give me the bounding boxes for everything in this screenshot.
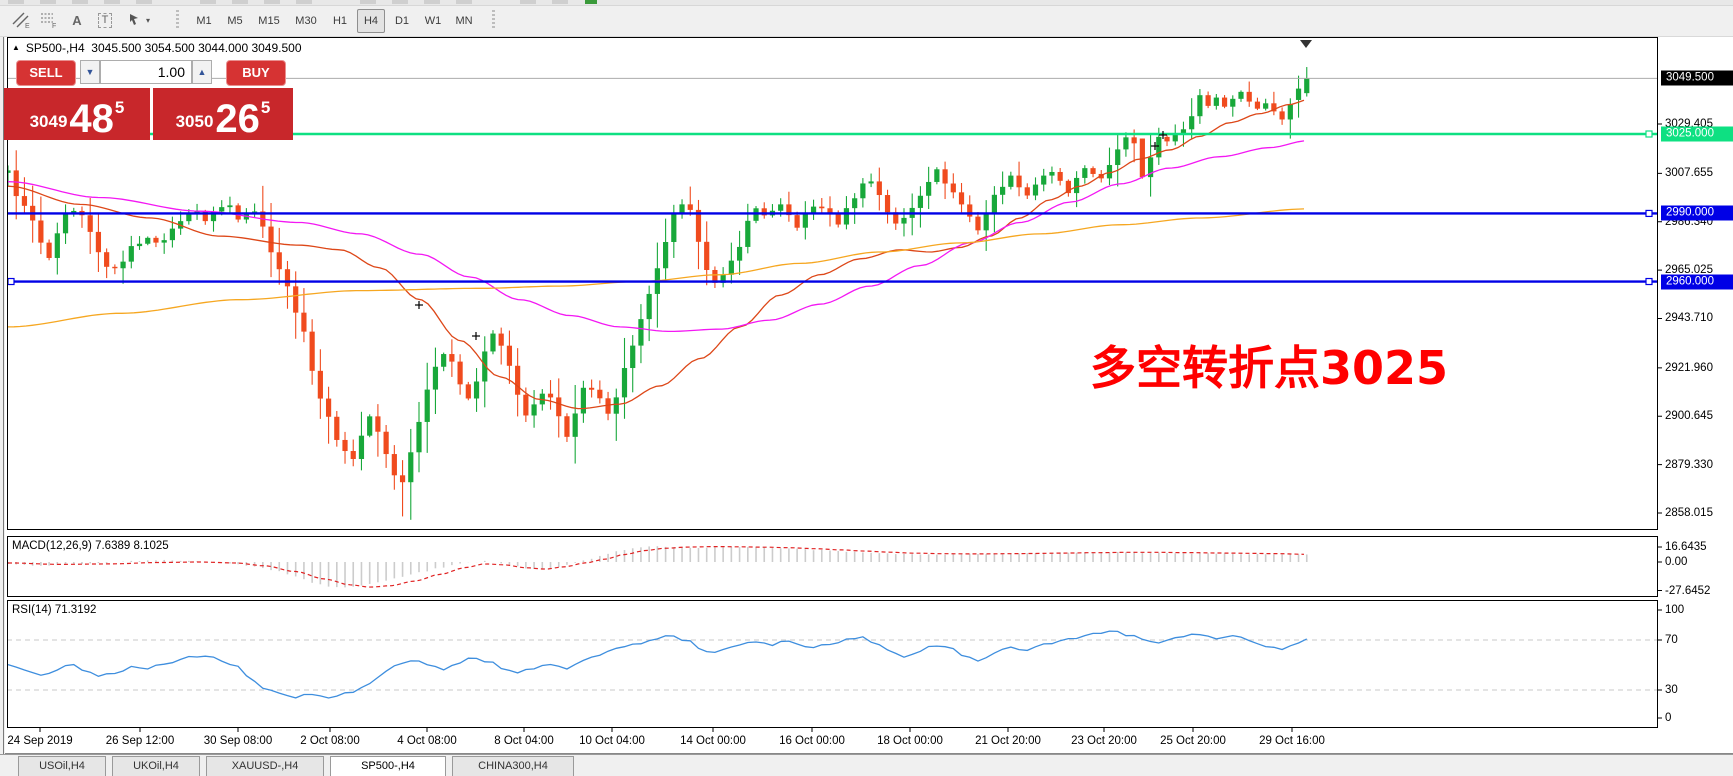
chart-tab-SP500H4[interactable]: SP500-,H4 — [330, 756, 446, 776]
date-label: 30 Sep 08:00 — [204, 735, 272, 747]
date-label: 23 Oct 20:00 — [1071, 735, 1137, 747]
chart-annotation-text: 多空转折点3025 — [1090, 332, 1448, 398]
ohlc-values: 3045.500 3054.500 3044.000 3049.500 — [91, 41, 301, 55]
symbol-label: SP500-,H4 — [26, 41, 85, 55]
buy-price-display[interactable]: 3050 26 5 — [153, 88, 293, 140]
chart-tab-UKOilH4[interactable]: UKOil,H4 — [112, 756, 200, 776]
sell-price-prefix: 3049 — [30, 112, 68, 132]
current-price-badge: 3049.500 — [1661, 71, 1733, 86]
date-label: 26 Sep 12:00 — [106, 735, 174, 747]
slow-ma-line — [8, 209, 1304, 327]
macd-axis-label: 0.00 — [1665, 556, 1687, 568]
price-tick-label: 3007.655 — [1665, 167, 1713, 179]
sell-price-big: 48 — [69, 102, 114, 136]
buy-button[interactable]: BUY — [226, 60, 286, 86]
volume-down-button[interactable]: ▼ — [80, 60, 100, 84]
chart-ohlc-header: ▲ SP500-,H4 3045.500 3054.500 3044.000 30… — [12, 41, 302, 55]
buy-price-sup: 5 — [261, 98, 270, 118]
rsi-label: RSI(14) 71.3192 — [12, 604, 96, 616]
rsi-axis-label: 70 — [1665, 634, 1678, 646]
date-label: 2 Oct 08:00 — [300, 735, 359, 747]
date-label: 18 Oct 00:00 — [877, 735, 943, 747]
price-tick-label: 2943.710 — [1665, 312, 1713, 324]
date-label: 24 Sep 2019 — [7, 735, 72, 747]
sell-price-display[interactable]: 3049 48 5 — [4, 88, 150, 140]
chart-tab-USOilH4[interactable]: USOil,H4 — [18, 756, 106, 776]
date-label: 29 Oct 16:00 — [1259, 735, 1325, 747]
chart-tab-CHINA300H4[interactable]: CHINA300,H4 — [452, 756, 574, 776]
price-tick-label: 2921.960 — [1665, 362, 1713, 374]
rsi-axis-label: 100 — [1665, 604, 1684, 616]
sell-button[interactable]: SELL — [16, 60, 76, 86]
level-price-badge-2990: 2990.000 — [1661, 206, 1733, 221]
price-tick-label: 2879.330 — [1665, 459, 1713, 471]
level-price-badge-2960: 2960.000 — [1661, 274, 1733, 289]
symbol-marker-icon: ▲ — [12, 43, 20, 52]
date-label: 10 Oct 04:00 — [579, 735, 645, 747]
buy-price-big: 26 — [215, 102, 260, 136]
volume-up-button[interactable]: ▲ — [192, 60, 212, 84]
sell-price-sup: 5 — [115, 98, 124, 118]
volume-input[interactable] — [100, 60, 192, 84]
macd-axis-label: -27.6452 — [1665, 585, 1710, 597]
date-label: 21 Oct 20:00 — [975, 735, 1041, 747]
macd-label: MACD(12,26,9) 7.6389 8.1025 — [12, 540, 169, 552]
buy-price-prefix: 3050 — [176, 112, 214, 132]
rsi-axis-label: 0 — [1665, 712, 1671, 724]
level-price-badge-3025: 3025.000 — [1661, 126, 1733, 141]
date-label: 4 Oct 08:00 — [397, 735, 456, 747]
date-label: 16 Oct 00:00 — [779, 735, 845, 747]
date-label: 25 Oct 20:00 — [1160, 735, 1226, 747]
price-tick-label: 2858.015 — [1665, 507, 1713, 519]
rsi-axis-label: 30 — [1665, 684, 1678, 696]
macd-axis-label: 16.6435 — [1665, 541, 1707, 553]
chart-tab-XAUUSDH4[interactable]: XAUUSD-,H4 — [206, 756, 324, 776]
date-label: 8 Oct 04:00 — [494, 735, 553, 747]
price-tick-label: 2900.645 — [1665, 410, 1713, 422]
date-label: 14 Oct 00:00 — [680, 735, 746, 747]
